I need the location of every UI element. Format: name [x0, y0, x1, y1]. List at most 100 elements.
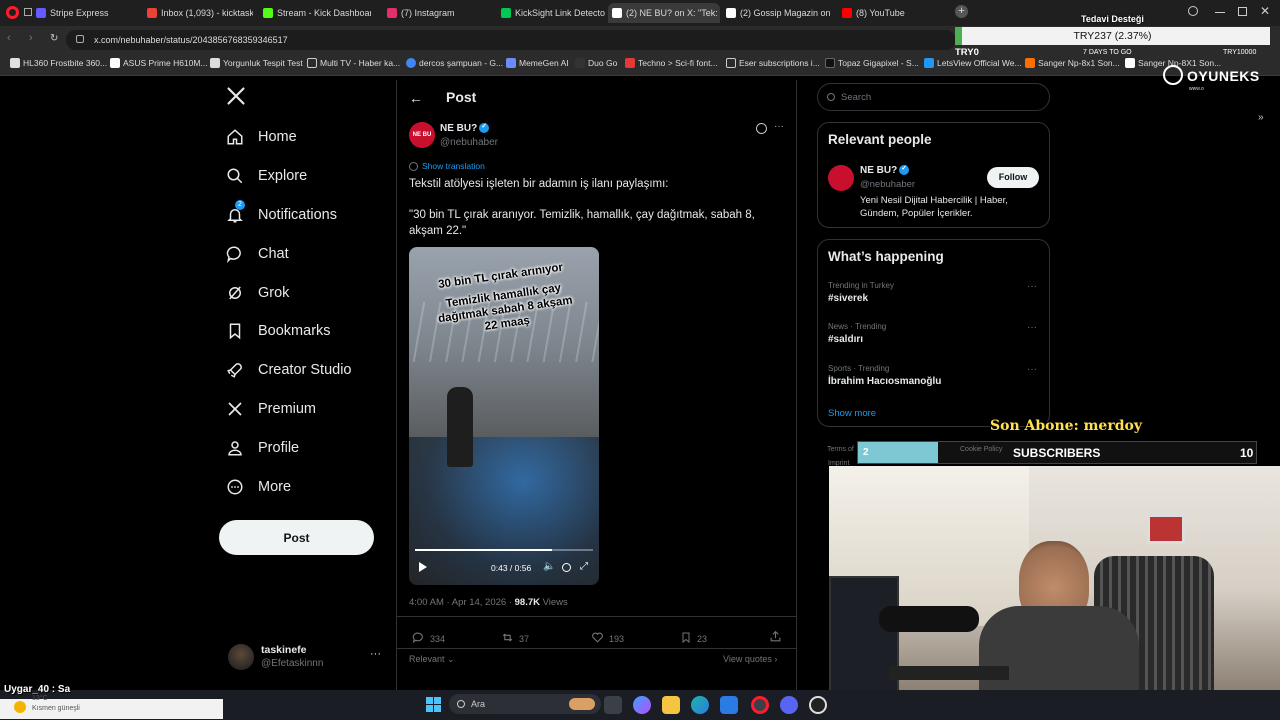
bookmark-item[interactable]: dercos şampuan - G...	[406, 58, 503, 68]
store-icon[interactable]	[720, 696, 738, 714]
bookmark-item[interactable]: Topaz Gigapixel - S...	[825, 58, 919, 68]
forward-icon[interactable]: ›	[29, 32, 33, 44]
bookmark-item[interactable]: HL360 Frostbite 360...	[10, 58, 107, 68]
gmail-favicon-icon	[147, 8, 157, 18]
obs-icon[interactable]	[809, 696, 827, 714]
trend-more-icon[interactable]: ···	[1027, 322, 1037, 333]
tab-instagram[interactable]: (7) Instagram	[383, 3, 491, 23]
tab-x-gossip[interactable]: (2) Gossip Magazin on X:	[722, 3, 832, 23]
post-more-icon[interactable]: ···	[774, 121, 784, 132]
tab-kicksight[interactable]: KickSight Link Detector	[497, 3, 605, 23]
author-handle[interactable]: @nebuhaber	[440, 137, 498, 148]
video-progress-track[interactable]	[415, 549, 593, 551]
trend-more-icon[interactable]: ···	[1027, 281, 1037, 292]
subs-current: 2	[863, 447, 869, 458]
bookmark-item[interactable]: ASUS Prime H610M...	[110, 58, 208, 68]
footer-terms-link[interactable]: Terms of	[827, 446, 854, 453]
bookmark-item[interactable]: Multi TV - Haber ka...	[307, 58, 400, 68]
sort-relevant-dropdown[interactable]: Relevant ⌄	[409, 654, 455, 665]
translate-icon	[409, 161, 418, 171]
tabs-menu-icon[interactable]	[24, 8, 32, 16]
duo-favicon-icon	[575, 58, 585, 68]
bookmark-item[interactable]: Techno > Sci-fi font...	[625, 58, 718, 68]
settings-gear-icon[interactable]	[562, 563, 571, 572]
reply-button[interactable]: 334	[412, 631, 445, 646]
person-avatar[interactable]	[828, 165, 854, 191]
nav-profile[interactable]: Profile	[226, 434, 299, 462]
volume-icon[interactable]: 🔈	[543, 561, 555, 572]
person-name[interactable]: NE BU?	[860, 164, 910, 176]
windows-start-icon[interactable]	[426, 697, 441, 712]
more-dots-icon[interactable]: ···	[370, 648, 381, 660]
repost-button[interactable]: 37	[501, 631, 529, 646]
nav-notifications[interactable]: 2 Notifications	[226, 200, 337, 229]
chat-icon	[226, 245, 244, 263]
author-name[interactable]: NE BU?	[440, 122, 490, 134]
more-bookmarks-icon[interactable]: »	[1258, 112, 1264, 123]
person-bio: Yeni Nesil Dijital Habercilik | Haber, G…	[860, 195, 1008, 219]
search-input[interactable]: Search	[817, 83, 1050, 111]
post-timestamp: 4:00 AM · Apr 14, 2026 · 98.7K Views	[409, 597, 568, 608]
back-arrow-icon[interactable]: ←	[409, 90, 423, 106]
fullscreen-icon[interactable]: ⤢	[580, 561, 588, 572]
bookmark-item[interactable]: Yorgunluk Tespit Test	[210, 58, 303, 68]
tab-youtube[interactable]: (8) YouTube	[838, 3, 948, 23]
nav-more[interactable]: More	[226, 473, 291, 501]
post-button[interactable]: Post	[219, 520, 374, 555]
site-settings-icon[interactable]	[76, 35, 84, 43]
follow-button[interactable]: Follow	[987, 167, 1039, 188]
weather-widget[interactable]: 13°C Kısmen güneşli	[0, 695, 223, 719]
footer-cookie-link[interactable]: Cookie Policy	[960, 446, 1002, 453]
tab-stripe[interactable]: Stripe Express	[32, 3, 138, 23]
task-view-icon[interactable]	[604, 696, 622, 714]
reload-icon[interactable]: ↻	[50, 33, 58, 44]
nav-home[interactable]: Home	[226, 123, 297, 151]
tab-gmail[interactable]: Inbox (1,093) - kicktaskine	[143, 3, 253, 23]
taskbar-search-input[interactable]: Ara	[449, 694, 601, 714]
oyuneks-logo: OYUNEKS www.o	[1163, 62, 1268, 92]
tab-x-nebu[interactable]: (2) NE BU? on X: "Tek:	[608, 3, 720, 23]
back-icon[interactable]: ‹	[7, 32, 11, 44]
trend-item[interactable]: #saldırı	[828, 334, 863, 345]
video-player[interactable]: 30 bin TL çırak arınıyor Temizlik hamall…	[409, 247, 599, 585]
bookmark-item[interactable]: Duo Go	[575, 58, 617, 68]
copilot-icon[interactable]	[633, 696, 651, 714]
share-icon[interactable]	[769, 630, 782, 648]
x-favicon-icon	[612, 8, 622, 18]
nav-explore[interactable]: Explore	[226, 162, 307, 190]
discord-icon[interactable]	[780, 696, 798, 714]
nav-chat[interactable]: Chat	[226, 240, 289, 268]
trend-item[interactable]: İbrahim Hacıosmanoğlu	[828, 376, 941, 387]
grok-icon	[226, 284, 244, 302]
nav-premium[interactable]: Premium	[226, 395, 316, 423]
trend-item[interactable]: #siverek	[828, 293, 868, 304]
show-translation-link[interactable]: Show translation	[409, 161, 485, 171]
trend-more-icon[interactable]: ···	[1027, 364, 1037, 375]
bookmark-item[interactable]: Eser subscriptions i...	[726, 58, 820, 68]
opera-taskbar-icon[interactable]	[751, 696, 769, 714]
bookmark-icon	[680, 631, 692, 646]
post-detail-column: ← Post NE BU NE BU? @nebuhaber ··· Show …	[396, 80, 797, 690]
video-time: 0:43 / 0:56	[491, 563, 532, 573]
view-quotes-link[interactable]: View quotes ›	[723, 654, 777, 664]
file-explorer-icon[interactable]	[662, 696, 680, 714]
nav-grok[interactable]: Grok	[226, 279, 289, 307]
nav-bookmarks[interactable]: Bookmarks	[226, 317, 331, 345]
account-switcher[interactable]: taskinefe @Efetaskinnn ···	[226, 642, 386, 674]
tab-kick[interactable]: Stream - Kick Dashboard	[259, 3, 371, 23]
url-input[interactable]: x.com/nebuhaber/status/20438567683593465…	[66, 30, 956, 50]
play-icon[interactable]	[419, 562, 427, 572]
x-logo-icon[interactable]	[226, 86, 248, 108]
nav-creator-studio[interactable]: Creator Studio	[226, 356, 352, 384]
grok-explain-icon[interactable]	[756, 123, 767, 134]
post-text-line1: Tekstil atölyesi işleten bir adamın iş i…	[409, 178, 669, 190]
bookmark-item[interactable]: MemeGen AI	[506, 58, 569, 68]
like-button[interactable]: 193	[591, 631, 624, 646]
show-more-link[interactable]: Show more	[828, 408, 876, 419]
author-avatar[interactable]: NE BU	[409, 122, 435, 148]
bookmark-button[interactable]: 23	[680, 631, 707, 646]
subscribers-bar-fill	[858, 442, 938, 463]
edge-icon[interactable]	[691, 696, 709, 714]
donation-min: TRY0	[955, 47, 979, 58]
opera-logo-icon[interactable]	[6, 6, 19, 19]
